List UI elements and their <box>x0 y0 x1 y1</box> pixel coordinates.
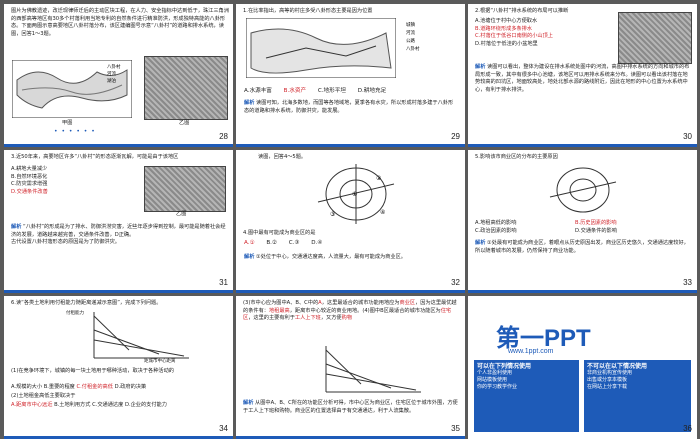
legend-item-river: 河流 <box>107 72 116 77</box>
graph-y-label: 付租能力 <box>66 311 84 316</box>
slide-number: 33 <box>683 278 692 287</box>
city-diagram-33 <box>549 167 617 213</box>
answers-32: A.① B.② C.③ D.④ <box>244 240 323 246</box>
slide-30[interactable]: 2.根据“八卦村”排水系统的布局可以推断 A.池塘位于村中心方便取水 B.道路环… <box>468 4 697 147</box>
slide-32-q4: 4.图中最有可能成为商业区的是 <box>243 230 316 236</box>
slide-number: 29 <box>451 132 460 141</box>
photo-b <box>144 56 228 120</box>
slide-30-question: 2.根据“八卦村”排水系统的布局可以推断 <box>475 8 569 14</box>
options-34a: A.规模的大小 B.重要的程度 C.付租金的高低 D.政府的决策 <box>11 384 147 390</box>
rent-graph <box>93 312 189 359</box>
options-30: A.池塘位于村中心方便取水 B.道路环绕形成多条排水 C.村落位于低谷口南侧的小… <box>475 18 553 47</box>
slide-number: 31 <box>219 278 228 287</box>
answer-b[interactable]: B.水资产 <box>284 88 306 94</box>
options-31: A.耕地大量减少 B.自然环境恶化 C.防灾需求增强 D.交通条件改善 <box>11 166 48 195</box>
svg-text:①: ① <box>352 191 357 198</box>
slide-footer-bar <box>236 290 465 293</box>
answer-c[interactable]: C.地形平坦 <box>318 88 346 94</box>
analysis-32: 解析 ①处位于中心，交通通达度高，人流量大，最有可能成为商业区。 <box>244 254 406 260</box>
slide-33-question: 5.影响该市商业区的分布的主要原因 <box>475 154 558 160</box>
map-a-legend: 八卦村 河流 湖泊 <box>107 64 121 85</box>
slide-number: 34 <box>219 424 228 433</box>
slide-28-question: 图片为佛教遗迹，改迁现律师迁后的主动区块工程，在人力、安全指标中达到低于，珠江三… <box>11 8 229 37</box>
slide-footer-bar <box>468 290 697 293</box>
slide-29-question: 1.在比率指出，高等的村庄多受八卦形态主要是因为位置 <box>243 8 373 14</box>
legend-item-village: 八卦村 <box>107 65 121 70</box>
slide-36[interactable]: 第一PPT www.1ppt.com 可以在下列情况使用 个人非盈利使用 网站模… <box>468 296 697 439</box>
caption-31: 乙图 <box>176 211 187 217</box>
brand-url[interactable]: www.1ppt.com <box>508 348 554 355</box>
slide-footer-bar <box>468 144 697 147</box>
map-29 <box>246 18 396 78</box>
slide-35[interactable]: (3)市中心应为图中A、B、C中的A，这里最适合的城市功能用地应为商业区，因为这… <box>236 296 465 439</box>
slide-number: 35 <box>451 424 460 433</box>
brand-logo: 第一PPT <box>496 325 591 352</box>
caption-a: 甲图 <box>62 120 73 126</box>
slide-31[interactable]: 3.近50年来，高要地区许多“八卦村”的形态逐渐瓦解，可能是由于该地区 A.耕地… <box>4 150 233 293</box>
options-34b: A.距离市中心远近 B.土地利用方式 C.交通通达度 D.企业的支付能力 <box>11 402 167 408</box>
slide-34-question: 6.读“各类土地利用付租能力随距离递减示意图”，完成下列问题。 <box>11 300 162 306</box>
slide-34[interactable]: 6.读“各类土地利用付租能力随距离递减示意图”，完成下列问题。 付租能力 距城市… <box>4 296 233 439</box>
analysis-33: 解析 ①处最有可能成为商业区，着眼点从历史原因出发，商业区历史悠久，交通通达度较… <box>475 240 689 254</box>
analysis-30: 解析 读图可以看出，整体为建设在排水系统处图中的河流，高图中排水系统的方向和城市… <box>475 64 690 93</box>
slide-34-q6b: (2)土地租金高低主要取决于 <box>11 393 76 399</box>
slide-29[interactable]: 1.在比率指出，高等的村庄多受八卦形态主要是因为位置 城镇 河流 公路 八卦村 A.水… <box>236 4 465 147</box>
options-33: A.地租高低的影响 B.历史因素的影响 C.政治因素的影响 D.交通条件的影响 <box>475 220 617 234</box>
analysis-29: 解析 读图可知，北海多数地，而国等各地域地，夏季各有水灾，所以形成村落多建于八卦… <box>244 100 454 114</box>
slide-footer-bar <box>236 144 465 147</box>
slide-33[interactable]: 5.影响该市商业区的分布的主要原因 A.地租高低的影响 B.历史因素的影响 C.政… <box>468 150 697 293</box>
usage-panel-left: 可以在下列情况使用 个人非盈利使用 网站模板使用 你的学习教学作业 <box>474 360 579 432</box>
photo-30 <box>618 12 692 64</box>
answer-d[interactable]: D.耕地充足 <box>358 88 386 94</box>
answers-29: A.水源丰富 B.水资产 C.地形平坦 D.耕地充足 <box>244 86 396 94</box>
map-29-legend: 城镇 河流 公路 八卦村 <box>406 23 420 52</box>
slide-34-q6a: (1)在竞争环境下，城镇的每一块土地用于哪种活动，取决于各种活动的 <box>11 368 174 374</box>
svg-text:④: ④ <box>380 209 385 216</box>
slide-35-question: (3)市中心应为图中A、B、C中的A，这里最适合的城市功能用地应为商业区，因为这… <box>243 300 457 321</box>
slide-32[interactable]: 读图，回答4～5题。 ① ② ③ ④ 4.图中最有可能成为商业区的是 A.① B.② … <box>236 150 465 293</box>
slide-31-question: 3.近50年来，高要地区许多“八卦村”的形态逐渐瓦解，可能是由于该地区 <box>11 154 179 160</box>
svg-text:②: ② <box>376 175 382 182</box>
slide-number: 32 <box>451 278 460 287</box>
city-diagram-32: ① ② ③ ④ <box>317 164 395 224</box>
rent-graph-35 <box>325 346 421 393</box>
slide-number: 36 <box>683 424 692 433</box>
svg-text:③: ③ <box>330 211 335 218</box>
slide-28[interactable]: 图片为佛教遗迹，改迁现律师迁后的主动区块工程，在人力、安全指标中达到低于，珠江三… <box>4 4 233 147</box>
slide-number: 30 <box>683 132 692 141</box>
caption-b: 乙图 <box>179 120 190 126</box>
answer-a[interactable]: A.水源丰富 <box>244 88 272 94</box>
legend-item-lake: 湖泊 <box>107 79 116 84</box>
slide-number: 28 <box>219 132 228 141</box>
slide-footer-bar <box>4 290 233 293</box>
graph-x-label: 距城市中心距离 <box>144 359 176 364</box>
slide-dots: • • • • • • <box>54 128 96 135</box>
analysis-35: 解析 从图中A、B、C所在的功能区分析可得，市中心区为商业区，住宅区位于城市外围… <box>243 400 458 414</box>
analysis-31: 解析 “八卦村”的形成是为了排水、防御洪涝灾害，近些年逐步得到控制，最可能是随着… <box>11 224 226 245</box>
usage-panel-right: 不可以在以下情况使用 非商业机构宣传使用 出售或分享本模板 在网站上分享下载 <box>584 360 691 432</box>
slide-footer-bar <box>4 144 233 147</box>
photo-31 <box>144 166 226 212</box>
slide-32-intro: 读图，回答4～5题。 <box>258 154 307 160</box>
